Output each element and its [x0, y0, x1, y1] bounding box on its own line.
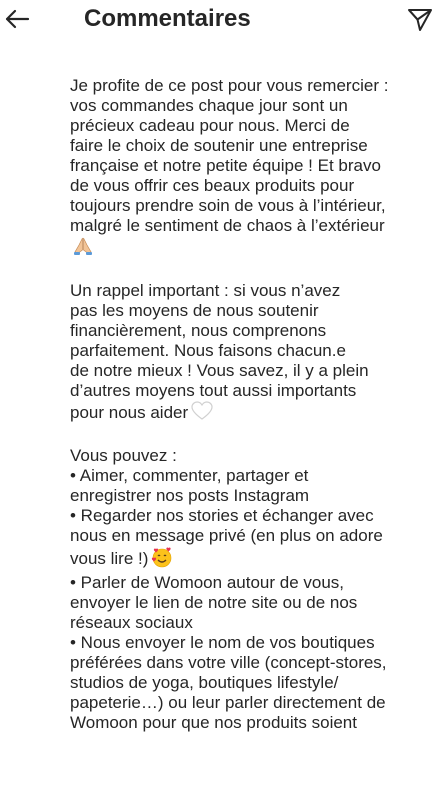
comment-text: nous en message privé (en plus on adore — [70, 526, 383, 545]
comment-text-line: • Regarder nos stories et échanger avec — [70, 506, 439, 526]
arrow-left-icon — [5, 9, 30, 29]
comment-text-line: vous lire !) — [70, 546, 439, 573]
header-bar: Commentaires — [0, 0, 439, 40]
comment-text-line: toujours prendre soin de vous à l’intéri… — [70, 196, 439, 216]
comment-text: Womoon pour que nos produits soient — [70, 713, 357, 732]
comment-text-line: pour nous aider — [70, 401, 439, 426]
comment-text-line: Un rappel important : si vous n’avez — [70, 281, 439, 301]
comment-text: pour nous aider — [70, 402, 189, 422]
comment-text: pas les moyens de nous soutenir — [70, 301, 319, 320]
comment-text: • Parler de Womoon autour de vous, — [70, 573, 345, 592]
comment-text: envoyer le lien de notre site ou de nos — [70, 593, 358, 612]
comment-text: française et notre petite équipe ! Et br… — [70, 156, 381, 175]
comment-text-line: nous en message privé (en plus on adore — [70, 526, 439, 546]
comment-text: financièrement, nous comprenons — [70, 321, 327, 340]
comment-paragraph: Vous pouvez : • Aimer, commenter, partage… — [70, 446, 439, 733]
comment-text-line: financièrement, nous comprenons — [70, 321, 439, 341]
comment-text: réseaux sociaux — [70, 613, 193, 632]
comment-text-line: d’autres moyens tout aussi importants — [70, 381, 439, 401]
comment-text-line: précieux cadeau pour nous. Merci de — [70, 116, 439, 136]
comment-text: vos commandes chaque jour sont un — [70, 96, 348, 115]
comment-text: malgré le sentiment de chaos à l’extérie… — [70, 216, 385, 235]
comment-text-line: parfaitement. Nous faisons chacun.e — [70, 341, 439, 361]
comment-body: Je profite de ce post pour vous remercie… — [70, 76, 439, 753]
comment-text: précieux cadeau pour nous. Merci de — [70, 116, 350, 135]
comment-text-line: papeterie…) ou leur parler directement d… — [70, 693, 439, 713]
comment-text-line: de vous offrir ces beaux produits pour — [70, 176, 439, 196]
comment-text: parfaitement. Nous faisons chacun.e — [70, 341, 346, 360]
comment-text-line: • Nous envoyer le nom de vos boutiques — [70, 633, 439, 653]
folded-hands-icon — [73, 236, 93, 261]
comment-text-line: réseaux sociaux — [70, 613, 439, 633]
comment-text-line: préférées dans votre ville (concept-stor… — [70, 653, 439, 673]
comment-text-line: envoyer le lien de notre site ou de nos — [70, 593, 439, 613]
comment-text: Un rappel important : si vous n’avez — [70, 281, 341, 300]
comment-text-line: Je profite de ce post pour vous remercie… — [70, 76, 439, 96]
comment-text-line — [70, 236, 439, 261]
comment-text: • Nous envoyer le nom de vos boutiques — [70, 633, 375, 652]
comment-text-line: malgré le sentiment de chaos à l’extérie… — [70, 216, 439, 236]
comment-text-line: Womoon pour que nos produits soient — [70, 713, 439, 733]
comment-text: • Regarder nos stories et échanger avec — [70, 506, 374, 525]
comment-text: studios de yoga, boutiques lifestyle/ — [70, 673, 339, 692]
comment-text: toujours prendre soin de vous à l’intéri… — [70, 196, 386, 215]
comment-text-line: studios de yoga, boutiques lifestyle/ — [70, 673, 439, 693]
comment-text-line: • Parler de Womoon autour de vous, — [70, 573, 439, 593]
comment-text: enregistrer nos posts Instagram — [70, 486, 310, 505]
comment-paragraph: Un rappel important : si vous n’avez pas … — [70, 281, 439, 426]
comment-text: Vous pouvez : — [70, 446, 177, 465]
back-button[interactable] — [2, 4, 32, 34]
direct-message-button[interactable] — [405, 5, 435, 35]
comment-text: vous lire !) — [70, 548, 149, 568]
page-title: Commentaires — [84, 5, 251, 32]
smiling-face-with-hearts-icon — [151, 546, 173, 573]
comment-text: de vous offrir ces beaux produits pour — [70, 176, 355, 195]
direct-send-icon — [408, 9, 432, 31]
comment-text: de notre mieux ! Vous savez, il y a plei… — [70, 361, 369, 380]
white-heart-icon — [191, 401, 213, 426]
comment-text-line: enregistrer nos posts Instagram — [70, 486, 439, 506]
comment-text-line: de notre mieux ! Vous savez, il y a plei… — [70, 361, 439, 381]
comment-text-line: vos commandes chaque jour sont un — [70, 96, 439, 116]
comment-text-line: Vous pouvez : — [70, 446, 439, 466]
comment-text: • Aimer, commenter, partager et — [70, 466, 309, 485]
comment-text-line: française et notre petite équipe ! Et br… — [70, 156, 439, 176]
comment-paragraph: Je profite de ce post pour vous remercie… — [70, 76, 439, 261]
comment-text-line: pas les moyens de nous soutenir — [70, 301, 439, 321]
comment-text: Je profite de ce post pour vous remercie… — [70, 76, 389, 95]
comment-text-line: • Aimer, commenter, partager et — [70, 466, 439, 486]
comment-text: préférées dans votre ville (concept-stor… — [70, 653, 387, 672]
comment-text: papeterie…) ou leur parler directement d… — [70, 693, 386, 712]
comment-text: faire le choix de soutenir une entrepris… — [70, 136, 368, 155]
comment-text: d’autres moyens tout aussi importants — [70, 381, 357, 400]
comment-text-line: faire le choix de soutenir une entrepris… — [70, 136, 439, 156]
